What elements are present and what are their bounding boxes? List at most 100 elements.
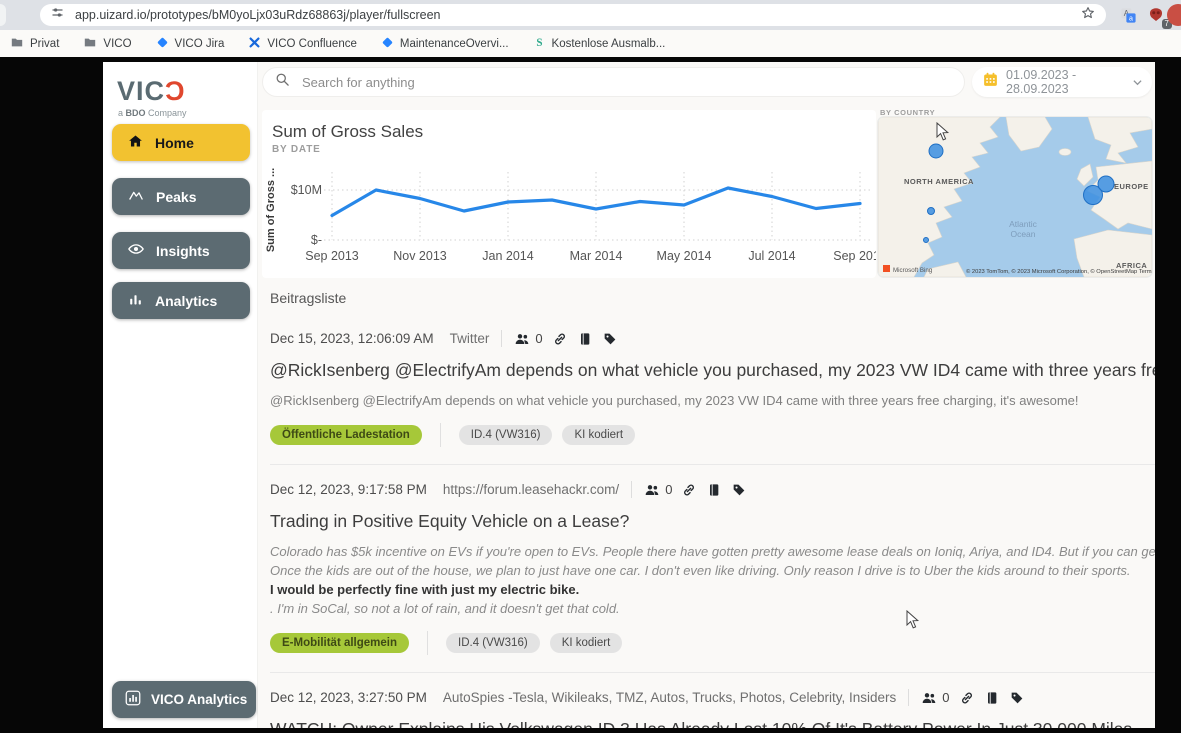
- link-icon[interactable]: [959, 690, 975, 706]
- eye-icon: [127, 240, 145, 261]
- tag-divider: [427, 631, 428, 655]
- sidebar-item-home[interactable]: Home: [112, 124, 250, 161]
- bookmark-label: VICO Confluence: [267, 38, 357, 50]
- link-icon[interactable]: [681, 482, 697, 498]
- svg-text:Sum of Gross ...: Sum of Gross ...: [265, 168, 277, 252]
- link-icon[interactable]: [552, 331, 568, 347]
- bookmark-item[interactable]: VICO: [83, 36, 131, 52]
- map-marker-usa[interactable]: [928, 208, 935, 215]
- sidebar-item-label: VICO Analytics: [151, 692, 247, 707]
- sidebar-item-label: Peaks: [156, 189, 196, 205]
- svg-text:a: a: [1129, 14, 1133, 22]
- date-range-picker[interactable]: 01.09.2023 - 28.09.2023: [972, 67, 1152, 97]
- search-input[interactable]: [300, 74, 952, 91]
- url-text[interactable]: app.uizard.io/prototypes/bM0yoLjx03uRdz6…: [75, 8, 1080, 22]
- extension-icon[interactable]: 7: [1144, 3, 1168, 27]
- post-body: @RickIsenberg @ElectrifyAm depends on wh…: [270, 391, 1155, 410]
- post-title[interactable]: WATCH: Owner Explains His Volkswagen ID.…: [270, 719, 1155, 728]
- svg-text:Ocean: Ocean: [1010, 229, 1035, 239]
- post-title[interactable]: @RickIsenberg @ElectrifyAm depends on wh…: [270, 360, 1155, 381]
- bookmark-label: Privat: [30, 38, 59, 50]
- bookmark-item[interactable]: SKostenlose Ausmalb...: [533, 36, 666, 52]
- map-marker-canada[interactable]: [929, 144, 943, 158]
- url-bar[interactable]: app.uizard.io/prototypes/bM0yoLjx03uRdz6…: [40, 4, 1106, 26]
- map-marker-germany[interactable]: [1098, 176, 1114, 192]
- bookmark-star-icon[interactable]: [1080, 5, 1096, 26]
- tag-pill[interactable]: KI kodiert: [562, 425, 635, 445]
- bookmarks-bar: Privat VICO VICO Jira VICO Confluence Mainte…: [0, 30, 1181, 57]
- bookmark-item[interactable]: MaintenanceOvervi...: [381, 36, 509, 52]
- sidebar-item-vico-analytics[interactable]: VICO Analytics: [112, 681, 256, 718]
- vico-logo: VICƆ: [117, 78, 186, 105]
- tag-icon[interactable]: [1009, 690, 1025, 706]
- tag-pill[interactable]: Öffentliche Ladestation: [270, 425, 422, 445]
- confluence-icon: [248, 36, 261, 52]
- post-meta: Dec 12, 2023, 9:17:58 PMhttps://forum.le…: [270, 481, 1155, 498]
- post-body-line: I would be perfectly fine with just my e…: [270, 580, 1155, 599]
- sidebar: VICƆ a BDO Company Home Peaks Insights Anal…: [103, 62, 258, 728]
- map-label: BY COUNTRY: [880, 108, 935, 117]
- post-body-line: @RickIsenberg @ElectrifyAm depends on wh…: [270, 391, 1155, 410]
- svg-text:Sep 2013: Sep 2013: [305, 249, 359, 263]
- tag-divider: [440, 423, 441, 447]
- meta-divider: [631, 481, 632, 498]
- svg-text:© 2023 TomTom, © 2023 Microsof: © 2023 TomTom, © 2023 Microsoft Corporat…: [966, 268, 1152, 275]
- search-bar[interactable]: [262, 67, 965, 97]
- sidebar-item-analytics[interactable]: Analytics: [112, 282, 250, 319]
- post-item[interactable]: Dec 12, 2023, 3:27:50 PMAutoSpies -Tesla…: [270, 689, 1155, 728]
- svg-text:$10M: $10M: [291, 183, 322, 197]
- book-icon[interactable]: [984, 690, 1000, 706]
- tag-icon[interactable]: [602, 331, 618, 347]
- svg-text:Atlantic: Atlantic: [1009, 219, 1038, 229]
- post-item[interactable]: Dec 12, 2023, 9:17:58 PMhttps://forum.le…: [270, 481, 1155, 655]
- line-chart[interactable]: $10M$-Sep 2013Nov 2013Jan 2014Mar 2014Ma…: [262, 160, 876, 275]
- sidebar-item-insights[interactable]: Insights: [112, 232, 250, 269]
- svg-text:Microsoft Bing: Microsoft Bing: [893, 267, 933, 274]
- tag-pill[interactable]: E-Mobilität allgemein: [270, 633, 409, 653]
- people-icon[interactable]: [644, 482, 660, 498]
- post-title[interactable]: Trading in Positive Equity Vehicle on a …: [270, 511, 1155, 532]
- post-meta-icons: 0: [921, 690, 1024, 706]
- post-tags: E-Mobilität allgemein ID.4 (VW316) KI kodi…: [270, 631, 1155, 655]
- bookmark-label: MaintenanceOvervi...: [400, 38, 509, 50]
- book-icon[interactable]: [706, 482, 722, 498]
- post-meta: Dec 15, 2023, 12:06:09 AMTwitter0: [270, 330, 1155, 347]
- calendar-icon: [982, 71, 999, 93]
- book-icon[interactable]: [577, 331, 593, 347]
- bookmark-item[interactable]: VICO Confluence: [248, 36, 357, 52]
- post-meta-icons: 0: [644, 482, 747, 498]
- analytics-box-icon: [124, 689, 142, 710]
- bookmark-item[interactable]: Privat: [10, 36, 59, 52]
- jira-icon: [381, 36, 394, 52]
- bookmark-item[interactable]: VICO Jira: [156, 36, 225, 52]
- bookmark-label: Kostenlose Ausmalb...: [552, 38, 666, 50]
- tag-icon[interactable]: [731, 482, 747, 498]
- post-date: Dec 15, 2023, 12:06:09 AM: [270, 331, 434, 346]
- post-separator: [270, 464, 1155, 465]
- svg-text:Jan 2014: Jan 2014: [482, 249, 533, 263]
- post-body-line: Once the kids are out of the house, we p…: [270, 561, 1155, 580]
- post-source[interactable]: https://forum.leasehackr.com/: [443, 482, 619, 497]
- post-source[interactable]: AutoSpies -Tesla, Wikileaks, TMZ, Autos,…: [443, 690, 896, 705]
- people-icon[interactable]: [921, 690, 937, 706]
- map-marker-mexico[interactable]: [924, 238, 929, 243]
- bars-icon: [127, 291, 144, 311]
- site-settings-icon[interactable]: [50, 5, 65, 25]
- tag-pill[interactable]: ID.4 (VW316): [459, 425, 553, 445]
- world-map[interactable]: NORTH AMERICA EUROPE AFRICA Atlantic Oce…: [878, 117, 1152, 277]
- translate-icon[interactable]: Aa: [1116, 3, 1140, 27]
- people-icon[interactable]: [514, 331, 530, 347]
- post-item[interactable]: Dec 15, 2023, 12:06:09 AMTwitter0@RickIs…: [270, 330, 1155, 447]
- sidebar-item-label: Home: [155, 135, 194, 151]
- tag-pill[interactable]: KI kodiert: [550, 633, 623, 653]
- post-source[interactable]: Twitter: [450, 331, 490, 346]
- logo-subtitle: a BDO Company: [118, 108, 187, 118]
- tag-pill[interactable]: ID.4 (VW316): [446, 633, 540, 653]
- home-icon: [127, 133, 144, 153]
- sidebar-item-peaks[interactable]: Peaks: [112, 178, 250, 215]
- post-tags: Öffentliche Ladestation ID.4 (VW316) KI ko…: [270, 423, 1155, 447]
- post-separator: [270, 672, 1155, 673]
- svg-text:Sep 2014: Sep 2014: [833, 249, 876, 263]
- svg-text:NORTH AMERICA: NORTH AMERICA: [904, 177, 974, 186]
- chart-subtitle: BY DATE: [272, 144, 321, 155]
